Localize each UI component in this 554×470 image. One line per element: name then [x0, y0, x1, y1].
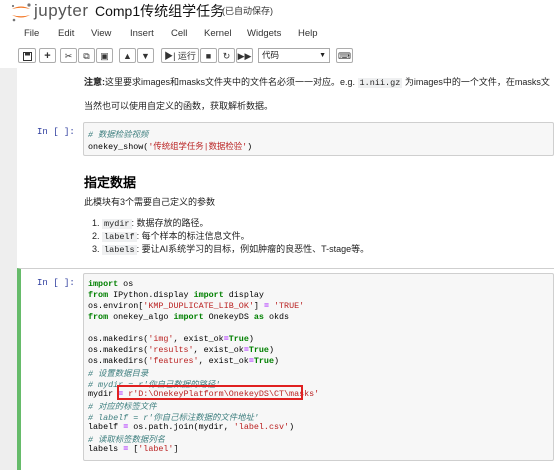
restart-icon: ↻: [222, 51, 231, 61]
interrupt-button[interactable]: ■: [200, 48, 217, 63]
code-line: os.makedirs('img', exist_ok=True): [88, 334, 254, 344]
section-heading: 指定数据: [84, 175, 137, 190]
menu-kernel[interactable]: Kernel: [204, 28, 231, 39]
arrow-down-icon: ▼: [141, 51, 150, 61]
cut-button[interactable]: ✂: [60, 48, 77, 63]
jupyter-logo-icon[interactable]: [8, 2, 34, 22]
header-bar: jupyter Comp1传统组学任务 (已自动保存): [0, 0, 554, 24]
notebook-area: 注意:这里要求images和masks文件夹中的文件名必须一一对应。e.g. 1…: [0, 68, 554, 470]
code-comment: # 数据检验视频: [88, 130, 149, 140]
code-cell-2[interactable]: import os from IPython.display import di…: [83, 273, 554, 461]
run-icon: ▶|: [164, 51, 176, 61]
code-cell-1[interactable]: # 数据检验视频 onekey_show('传统组学任务|数据检验'): [83, 122, 554, 156]
run-label: 运行: [177, 51, 196, 61]
copy-icon: ⧉: [83, 51, 90, 61]
notebook-title[interactable]: Comp1传统组学任务: [95, 1, 224, 21]
menu-cell[interactable]: Cell: [171, 28, 187, 39]
menu-insert[interactable]: Insert: [130, 28, 154, 39]
code-line: os.makedirs('features', exist_ok=True): [88, 356, 280, 366]
cell-type-select[interactable]: 代码 ▼: [258, 48, 330, 63]
cell-prompt: In [ ]:: [37, 127, 75, 137]
chevron-down-icon: ▼: [319, 52, 326, 59]
save-icon: [22, 52, 32, 61]
copy-button[interactable]: ⧉: [78, 48, 95, 63]
list-item: 1. mydir: 数据存放的路径。: [92, 218, 209, 229]
code-line: from onekey_algo import OnekeyDS as okds: [88, 312, 290, 322]
menu-view[interactable]: View: [91, 28, 111, 39]
scissors-icon: ✂: [64, 51, 73, 61]
move-up-button[interactable]: ▲: [119, 48, 136, 63]
section-intro: 此模块有3个需要自己定义的参数: [84, 197, 216, 207]
code-line: from IPython.display import display: [88, 290, 264, 300]
note-code: 1.nii.gz: [357, 78, 403, 88]
insert-cell-button[interactable]: +: [39, 48, 56, 63]
code-line: os.environ['KMP_DUPLICATE_LIB_OK'] = 'TR…: [88, 301, 305, 311]
menu-edit[interactable]: Edit: [58, 28, 74, 39]
restart-button[interactable]: ↻: [218, 48, 235, 63]
notebook-page: 注意:这里要求images和masks文件夹中的文件名必须一一对应。e.g. 1…: [17, 68, 554, 470]
code-line: os.makedirs('results', exist_ok=True): [88, 345, 274, 355]
plus-icon: +: [44, 50, 51, 62]
highlight-box: [117, 385, 303, 400]
stop-icon: ■: [205, 51, 212, 61]
cell-prompt: In [ ]:: [37, 278, 75, 288]
logo-text[interactable]: jupyter: [34, 1, 89, 21]
paste-button[interactable]: ▣: [96, 48, 113, 63]
toolbar: + ✂ ⧉ ▣ ▲ ▼ ▶| 运行 ■ ↻ ▶▶ 代码 ▼ ⌨: [0, 44, 554, 69]
menu-help[interactable]: Help: [298, 28, 318, 39]
list-item: 2. labelf: 每个样本的标注信息文件。: [92, 231, 250, 242]
list-item: 3. labels: 要让AI系统学习的目标，例如肿瘤的良恶性、T-stage等…: [92, 244, 370, 255]
cell-type-value: 代码: [262, 50, 280, 60]
fast-forward-icon: ▶▶: [237, 51, 252, 61]
menu-file[interactable]: File: [24, 28, 39, 39]
arrow-up-icon: ▲: [123, 51, 132, 61]
move-down-button[interactable]: ▼: [137, 48, 154, 63]
keyboard-icon: ⌨: [338, 51, 351, 61]
note-paragraph: 注意:这里要求images和masks文件夹中的文件名必须一一对应。e.g. 1…: [84, 75, 550, 88]
paste-icon: ▣: [100, 51, 109, 61]
run-button[interactable]: ▶| 运行: [161, 48, 199, 63]
code-line: onekey_show('传统组学任务|数据检验'): [88, 142, 253, 152]
code-line: labels = ['label']: [88, 444, 179, 454]
save-status: (已自动保存): [222, 6, 273, 16]
note-text: 这里要求images和masks文件夹中的文件名必须一一对应。e.g.: [105, 77, 358, 87]
command-palette-button[interactable]: ⌨: [336, 48, 353, 63]
note-text-2: 为images中的一个文件，在masks文: [402, 77, 550, 87]
save-button[interactable]: [18, 48, 36, 63]
menu-widgets[interactable]: Widgets: [247, 28, 281, 39]
code-line: import os: [88, 279, 134, 289]
note-line-2: 当然也可以使用自定义的函数，获取解析数据。: [84, 101, 274, 111]
menu-bar: File Edit View Insert Cell Kernel Widget…: [0, 27, 554, 44]
note-bold: 注意:: [84, 77, 105, 87]
restart-run-all-button[interactable]: ▶▶: [236, 48, 253, 63]
code-line: labelf = os.path.join(mydir, 'label.csv'…: [88, 422, 295, 432]
